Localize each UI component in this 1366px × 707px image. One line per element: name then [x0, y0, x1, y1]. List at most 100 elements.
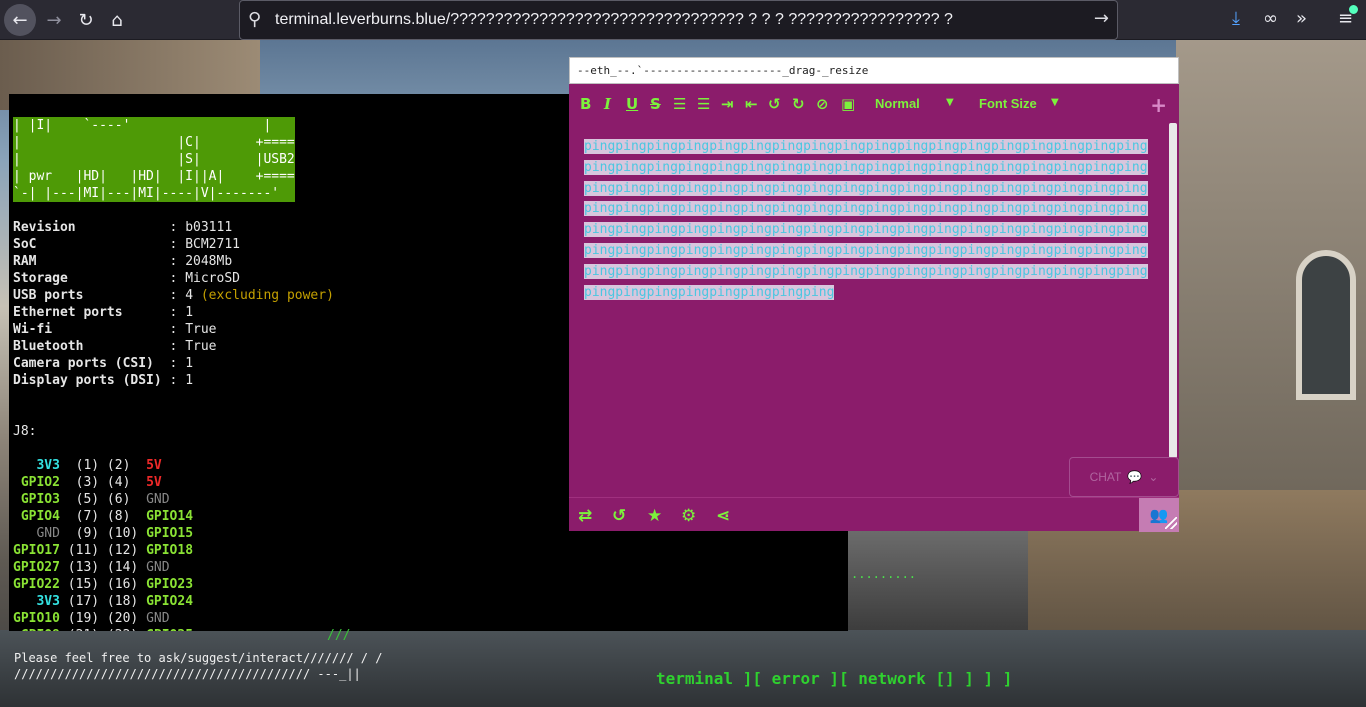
history-icon[interactable]: ↺ [612, 506, 626, 526]
pin-right-name: 5V [146, 458, 162, 473]
browser-toolbar: ← → ↻ ⌂ ⚲ terminal.leverburns.blue/?????… [0, 0, 1366, 40]
pin-row: 3V3 (1) (2) 5V [13, 457, 334, 474]
bold-icon[interactable]: B [580, 96, 591, 112]
pin-right-name: GPIO15 [146, 526, 194, 541]
hash-art: /// [327, 628, 351, 643]
info-row: USB ports : 4 (excluding power) [13, 287, 334, 304]
pin-numbers: (5) (6) [59, 492, 147, 507]
pin-left-name: 3V3 [13, 458, 60, 473]
chat-label: CHAT [1089, 470, 1122, 484]
editor-toolbar: B I U S ☰ ☰ ⇥ ⇤ ↺ ↻ ⊘ ▣ Normal ▼ Font Si… [569, 84, 1179, 124]
forward-button[interactable]: → [38, 4, 70, 36]
info-label: RAM [13, 254, 162, 269]
info-row: RAM : 2048Mb [13, 253, 334, 270]
back-button[interactable]: ← [4, 4, 36, 36]
image-icon[interactable]: ▣ [841, 96, 855, 112]
info-sep: : [161, 373, 186, 388]
info-sep: : [161, 254, 186, 269]
info-label: Display ports (DSI) [13, 373, 162, 388]
info-row: Revision : b03111 [13, 219, 334, 236]
pin-row: GPIO10 (19) (20) GND [13, 610, 334, 627]
strikethrough-icon[interactable]: S [650, 96, 661, 112]
url-text[interactable]: terminal.leverburns.blue/???????????????… [275, 11, 953, 29]
board-info: Revision : b03111 SoC : BCM2711 RAM : 2048… [13, 219, 334, 406]
outdent-icon[interactable]: ⇤ [745, 96, 758, 112]
board-art-line: `-| |---|MI|---|MI|----|V|-------' [13, 186, 280, 201]
chat-bubbles-icon: 💬 [1127, 470, 1143, 484]
overflow-chevron-icon[interactable]: » [1296, 8, 1307, 29]
forward-icon: → [46, 9, 62, 31]
download-icon[interactable]: ⤓ [1232, 8, 1240, 29]
italic-icon[interactable]: I [604, 96, 611, 112]
hide-icon[interactable]: ⊘ [816, 96, 829, 112]
underline-icon[interactable]: U [626, 96, 638, 112]
pin-right-name: GPIO25 [146, 628, 193, 631]
editor-bottom-bar: ⇄ ↺ ★ ⚙ ⋖ 👥 [569, 497, 1179, 532]
share-icon[interactable]: ⋖ [716, 506, 730, 526]
format-select[interactable]: Normal [875, 96, 920, 111]
home-button[interactable]: ⌂ [101, 4, 133, 36]
font-size-select[interactable]: Font Size [979, 96, 1037, 111]
pin-numbers: (3) (4) [59, 475, 147, 490]
pin-right-name: 5V [146, 475, 162, 490]
pin-numbers: (1) (2) [59, 458, 147, 473]
info-label: Ethernet ports [13, 305, 162, 320]
reload-icon: ↻ [78, 9, 94, 31]
pin-right-name: GND [146, 560, 170, 575]
pin-right-name: GPIO18 [146, 543, 194, 558]
pin-row: GPIO9 (21) (22) GPIO25 [13, 627, 334, 631]
indent-icon[interactable]: ⇥ [721, 96, 734, 112]
go-arrow-icon[interactable]: → [1094, 8, 1109, 29]
gear-icon[interactable]: ⚙ [681, 506, 696, 526]
pin-numbers: (21) (22) [60, 628, 146, 631]
editor-content[interactable]: pingpingpingpingpingpingpingpingpingping… [584, 137, 1148, 432]
resize-handle[interactable] [1165, 517, 1177, 529]
reload-button[interactable]: ↻ [70, 4, 102, 36]
info-sep: : [161, 305, 186, 320]
chevron-down-icon: ⌄ [1148, 470, 1159, 484]
bullet-list-icon[interactable]: ☰ [697, 96, 710, 112]
dots-art: ......... [851, 567, 917, 581]
swap-icon[interactable]: ⇄ [578, 506, 592, 526]
editor-titlebar[interactable]: --eth_--.`---------------------_drag-_re… [569, 57, 1179, 84]
pin-row: 3V3 (17) (18) GPIO24 [13, 593, 334, 610]
info-row: SoC : BCM2711 [13, 236, 334, 253]
terminal-output: | |I| `----' | | |C| +==== | |S| |USB2 | pw… [13, 100, 334, 631]
pin-left-name: GPIO27 [13, 560, 60, 575]
redo-icon[interactable]: ↻ [792, 96, 805, 112]
pin-left-name: GPIO22 [13, 577, 60, 592]
pin-row: GND (9) (10) GPIO15 [13, 525, 334, 542]
info-label: Revision [13, 220, 162, 235]
info-sep: : [161, 288, 186, 303]
pin-row: GPIO17 (11) (12) GPIO18 [13, 542, 334, 559]
star-icon[interactable]: ★ [647, 506, 662, 526]
selected-text: pingpingpingpingpingpingpingpingpingping… [584, 139, 1148, 300]
pin-numbers: (13) (14) [59, 560, 147, 575]
pin-numbers: (17) (18) [59, 594, 147, 609]
pin-left-name: GPIO10 [13, 611, 60, 626]
info-label: Bluetooth [13, 339, 162, 354]
board-art-line: | pwr |HD| |HD| |I||A| +==== [13, 169, 295, 184]
pin-left-name: GPIO9 [13, 628, 60, 631]
chat-button[interactable]: CHAT 💬 ⌄ [1069, 457, 1179, 497]
info-sep: : [161, 220, 186, 235]
home-icon: ⌂ [111, 9, 123, 31]
private-mask-icon[interactable]: ∞ [1263, 8, 1278, 29]
undo-icon[interactable]: ↺ [768, 96, 781, 112]
pin-right-name: GPIO23 [146, 577, 194, 592]
ordered-list-icon[interactable]: ☰ [673, 96, 686, 112]
add-icon[interactable]: + [1150, 93, 1167, 117]
editor-scrollbar[interactable] [1169, 123, 1177, 458]
pin-left-name: GPIO2 [13, 475, 60, 490]
chevron-down-icon[interactable]: ▼ [1051, 97, 1059, 108]
pin-row: GPIO22 (15) (16) GPIO23 [13, 576, 334, 593]
chevron-down-icon[interactable]: ▼ [946, 97, 954, 108]
board-ascii-art: | |I| `----' | | |C| +==== | |S| |USB2 | pw… [13, 117, 295, 202]
terminal-tabs[interactable]: terminal ][ error ][ network [] ] ] ] [656, 669, 1012, 688]
url-bar[interactable]: ⚲ terminal.leverburns.blue/?????????????… [239, 0, 1118, 40]
pin-left-name: GND [13, 526, 60, 541]
editor-window[interactable]: --eth_--.`---------------------_drag-_re… [569, 57, 1179, 532]
info-sep: : [161, 339, 186, 354]
info-value: BCM2711 [185, 237, 240, 252]
info-label: USB ports [13, 288, 162, 303]
